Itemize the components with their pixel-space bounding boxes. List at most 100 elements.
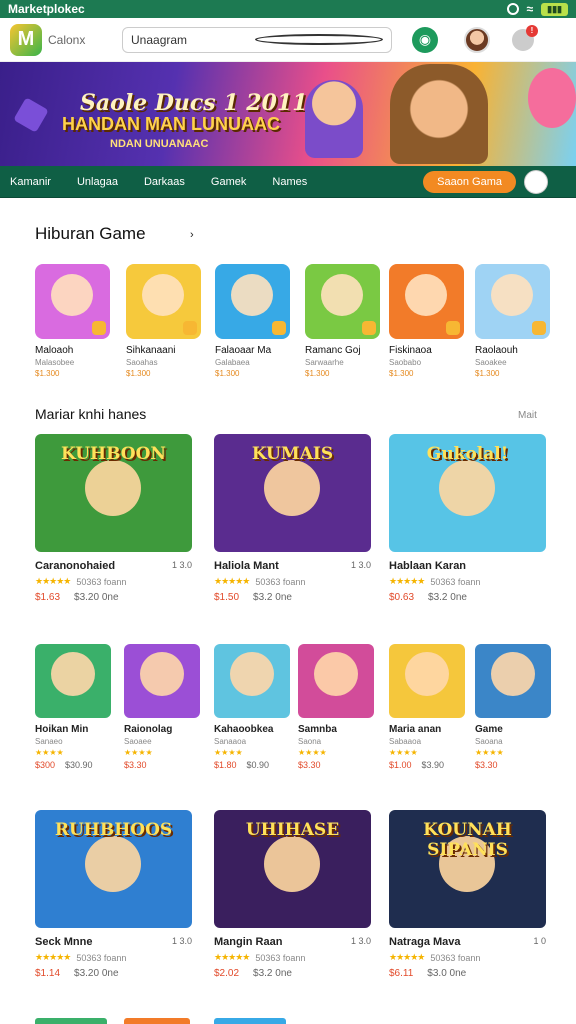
game-cover[interactable]: UHIHASE [214,810,371,928]
game-name: Seck Mnne [35,936,93,948]
game-tile[interactable]: Game Saoana ★★★★ $3.30 [475,644,551,770]
character-art [405,652,449,696]
game-rank: 1 3.0 [350,560,371,570]
game-cover[interactable]: Gukolal! [389,434,546,552]
badge-icon [532,321,546,335]
game-tile[interactable]: Falaoaar Ma Galabaea $1.300 [215,264,292,378]
game-card[interactable]: KUHBOON Caranonohaied 1 3.0 ★★★★★ 50363 foan… [35,434,192,603]
wifi-icon: ≈ [526,2,534,16]
character-art [321,274,363,316]
brand-name: Calonx [48,32,86,47]
game-tile[interactable]: Hoikan Min Sanaeo ★★★★ $300 $30.90 [35,644,111,770]
game-thumbnail[interactable] [389,644,465,718]
star-rating-icon: ★★★★ [214,748,243,757]
chevron-right-icon[interactable]: › [190,229,194,241]
nav-item-1[interactable]: Kamanir [10,176,51,188]
price-row: $6.11 $3.0 0ne [389,968,546,979]
search-value: Unaagram [131,32,188,47]
game-cover[interactable]: KOUNAH SIPANIS [389,810,546,928]
review-count: 50363 foann [255,576,306,587]
price-row: $2.02 $3.2 0ne [214,968,371,979]
game-cover[interactable]: KUMAIS [214,434,371,552]
search-input[interactable]: Unaagram [122,26,392,53]
game-cover[interactable]: KUHBOON [35,434,192,552]
game-card[interactable]: RUHBHOOS Seck Mnne 1 3.0 ★★★★★ 50363 foann $1… [35,810,192,979]
cover-title-art: RUHBHOOS [54,820,173,840]
price-row: $3.30 [475,760,551,770]
game-card[interactable]: KUMAIS Haliola Mant 1 3.0 ★★★★★ 50363 foann $… [214,434,371,603]
game-price: $1.300 [305,369,330,378]
notification-button[interactable]: ! [512,24,538,51]
gem-icon [13,97,49,133]
see-more-link[interactable]: Mait [518,410,537,421]
cover-title-art: KOUNAH SIPANIS [423,820,512,860]
game-card[interactable]: UHIHASE Mangin Raan 1 3.0 ★★★★★ 50363 foann $… [214,810,371,979]
review-count: 50363 foann [76,952,127,963]
nav-item-4[interactable]: Gamek [211,176,246,188]
game-thumbnail[interactable] [475,264,550,339]
promo-banner[interactable]: Saole Ducs 1 2011 HANDAN MAN LUNUAAC NDA… [0,62,576,166]
game-tile[interactable]: Raionolag Saoaee ★★★★ $3.30 [124,644,200,770]
game-thumbnail[interactable] [35,264,110,339]
game-tile[interactable]: Raolaouh Saoakee $1.300 [475,264,552,378]
game-thumbnail[interactable] [389,264,464,339]
account-button[interactable]: ◉ [412,26,438,53]
price: $1.14 [35,968,61,979]
game-tile[interactable]: Samnba Saona ★★★★ $3.30 [298,644,374,770]
section-title-popular: Mariar knhi hanes [35,406,147,422]
nav-item-2[interactable]: Unlagaa [77,176,118,188]
game-card[interactable]: KOUNAH SIPANIS Natraga Mava 1 0 ★★★★★ 50363 … [389,810,546,979]
game-price: $1.300 [126,369,151,378]
character-art [264,460,320,516]
review-count: 50363 foann [76,576,127,587]
nav-search-icon[interactable] [524,169,548,194]
game-thumbnail[interactable] [215,264,290,339]
character-art [230,652,274,696]
game-thumbnail[interactable] [305,264,380,339]
game-thumbnail[interactable] [298,644,374,718]
game-cover[interactable]: RUHBHOOS [35,810,192,928]
game-thumbnail[interactable] [124,644,200,718]
game-thumbnail[interactable] [214,644,290,718]
old-price: $3.90 [421,760,445,770]
game-thumbnail[interactable] [35,644,111,718]
nav-item-5[interactable]: Names [272,176,307,188]
rating-row: ★★★★★ 50363 foann [35,576,192,587]
section-title-hiburan: Hiburan Game [35,224,146,243]
character-art [264,836,320,892]
game-rank: 1 0 [533,936,546,946]
search-icon[interactable] [255,34,383,45]
rating-row: ★★★★★ 50363 foann [389,576,546,587]
avatar[interactable] [464,26,490,53]
app-logo[interactable]: M [10,23,42,56]
star-rating-icon: ★★★★★ [35,952,71,962]
game-price: $1.300 [215,369,240,378]
game-tile[interactable]: Maloaoh Malasobee $1.300 [35,264,112,378]
game-name: Maria anan [389,724,442,735]
game-thumbnail[interactable] [475,644,551,718]
review-count: 50363 foann [430,576,481,587]
price: $1.50 [214,592,240,603]
rating-row: ★★★★★ 50363 foann [389,952,546,963]
balloon-icon [528,68,576,128]
game-tile[interactable]: Kahaoobkea Sanaaoa ★★★★ $1.80 $0.90 [214,644,290,770]
rating-row: ★★★★★ 50363 foann [214,576,371,587]
game-card[interactable]: Gukolal! Hablaan Karan ★★★★★ 50363 foann $0.… [389,434,546,603]
game-name: Maloaoh [35,345,74,356]
game-tile[interactable]: Fiskinaoa Saobabo $1.300 [389,264,466,378]
game-name: Game [475,724,503,735]
game-tile[interactable]: Sihkanaani Saoahas $1.300 [126,264,203,378]
banner-character-girl [305,80,363,158]
game-name-row: Hablaan Karan [389,560,546,572]
game-thumbnail[interactable] [126,264,201,339]
badge-icon [272,321,286,335]
game-rank: 1 3.0 [171,560,192,570]
review-count: 50363 foann [255,952,306,963]
nav-item-3[interactable]: Darkaas [144,176,185,188]
location-icon [506,3,519,15]
game-name: Haliola Mant [214,560,279,572]
game-tile[interactable]: Ramanc Goj Sarwaarhe $1.300 [305,264,382,378]
search-game-button[interactable]: Saaon Gama [423,170,516,193]
star-rating-icon: ★★★★ [298,748,327,757]
game-tile[interactable]: Maria anan Sabaaoa ★★★★ $1.00 $3.90 [389,644,465,770]
